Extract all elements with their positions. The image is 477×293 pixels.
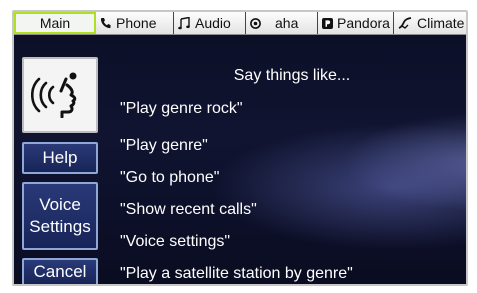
- pandora-logo-icon: [322, 17, 333, 29]
- tab-label: Climate: [417, 15, 465, 31]
- voice-recognition-tile: [22, 57, 98, 133]
- tab-climate[interactable]: Climate: [394, 12, 466, 34]
- tab-label: Audio: [195, 15, 231, 31]
- phone-icon: [100, 17, 111, 29]
- tab-audio[interactable]: Audio: [174, 12, 246, 34]
- tab-phone[interactable]: Phone: [96, 12, 174, 34]
- example-phrase: "Play a satellite station by genre": [120, 265, 353, 282]
- tab-main[interactable]: Main: [14, 12, 96, 34]
- prompt-title: Say things like...: [233, 67, 351, 84]
- example-phrase: "Show recent calls": [120, 201, 257, 218]
- cancel-button[interactable]: Cancel: [22, 258, 98, 284]
- speaking-head-icon: [30, 68, 89, 123]
- tab-pandora[interactable]: Pandora: [318, 12, 394, 34]
- tab-label: Main: [39, 15, 71, 31]
- music-note-icon: [178, 16, 190, 30]
- example-phrase: "Play genre": [120, 137, 208, 154]
- voice-settings-button[interactable]: Voice Settings: [22, 182, 98, 250]
- voice-command-screen: Main Phone Audio aha Pandora Climate Hel…: [12, 10, 468, 286]
- tab-label: aha: [275, 15, 299, 31]
- help-button[interactable]: Help: [22, 142, 98, 174]
- example-phrase: "Go to phone": [120, 169, 220, 186]
- tab-aha[interactable]: aha: [246, 12, 318, 34]
- climate-fan-icon: [398, 17, 412, 29]
- tab-bar: Main Phone Audio aha Pandora Climate: [14, 12, 466, 35]
- example-phrase: "Play genre rock": [120, 100, 243, 117]
- tab-label: Pandora: [337, 15, 390, 31]
- tab-label: Phone: [116, 15, 157, 31]
- aha-logo-icon: [250, 17, 261, 29]
- example-phrase: "Voice settings": [120, 233, 231, 250]
